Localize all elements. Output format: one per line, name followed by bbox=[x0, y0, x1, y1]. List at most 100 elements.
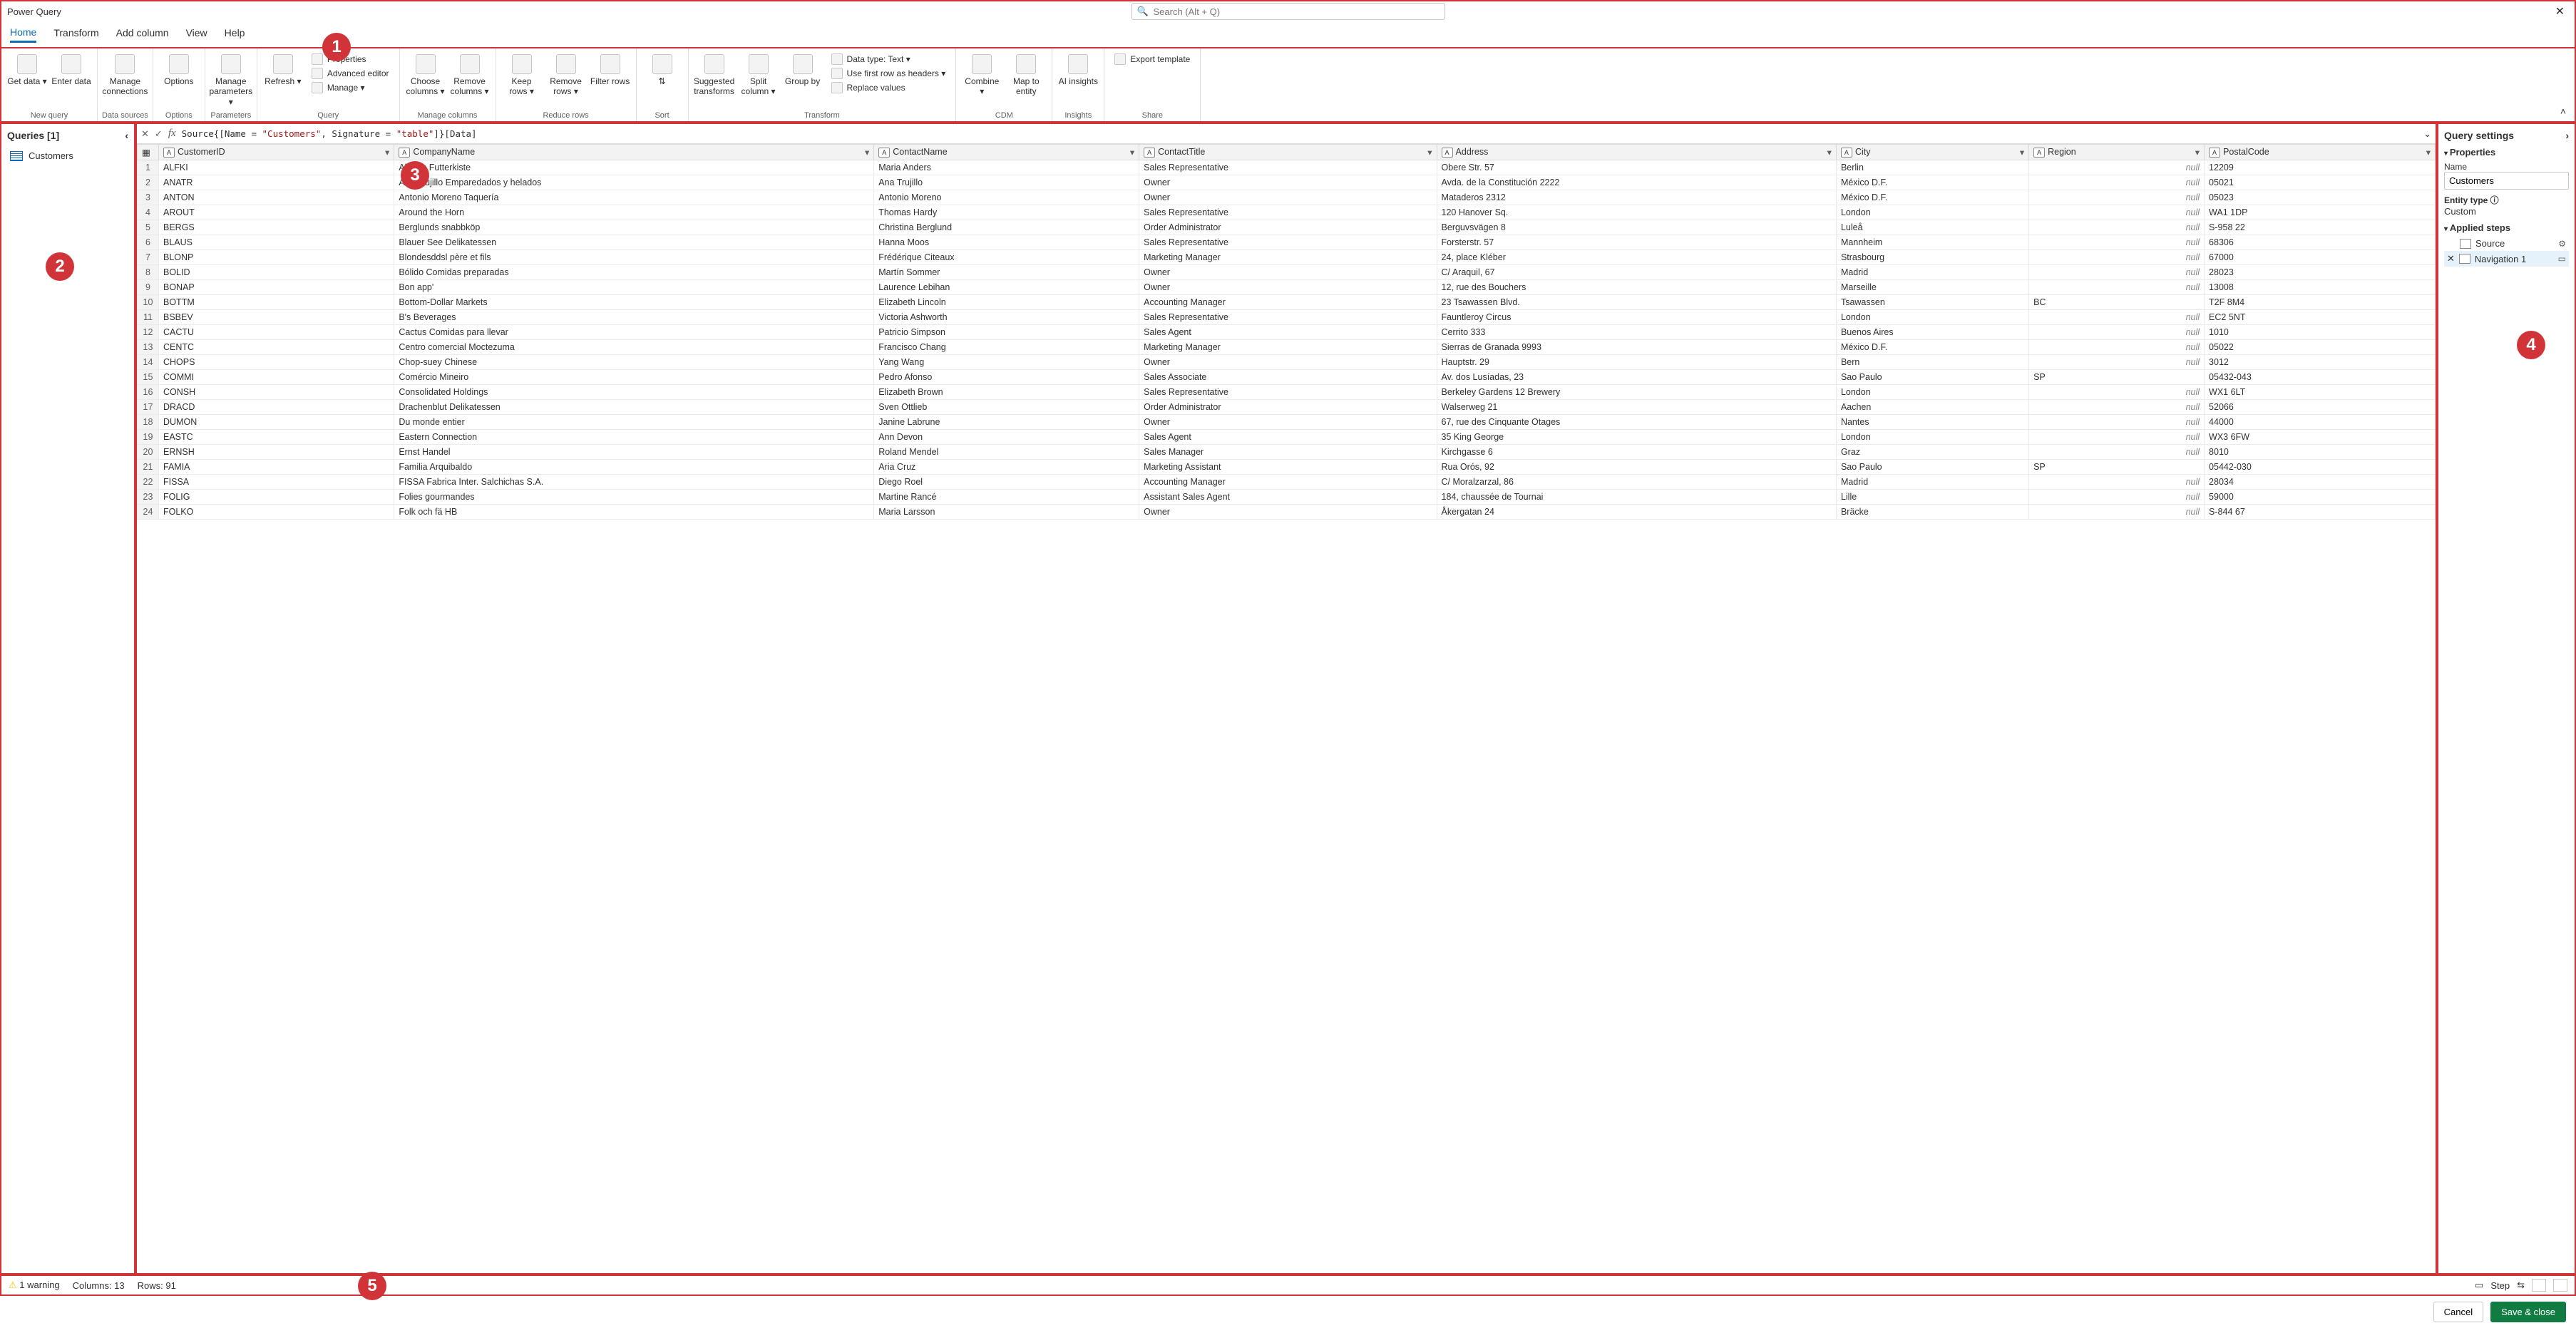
cell[interactable]: Sales Representative bbox=[1139, 310, 1437, 325]
search-box[interactable]: 🔍 bbox=[1132, 3, 1445, 20]
cell[interactable]: Folk och fä HB bbox=[394, 505, 874, 520]
ribbon-btn-group-by[interactable]: Group by bbox=[781, 51, 824, 89]
cell[interactable]: 184, chaussée de Tournai bbox=[1437, 490, 1836, 505]
row-number[interactable]: 11 bbox=[138, 310, 159, 325]
column-header-city[interactable]: ACity▾ bbox=[1836, 145, 2028, 160]
cell[interactable]: Antonio Moreno bbox=[874, 190, 1139, 205]
column-header-address[interactable]: AAddress▾ bbox=[1437, 145, 1836, 160]
cell[interactable]: Yang Wang bbox=[874, 355, 1139, 370]
ribbon-btn-data-type-text-[interactable]: Data type: Text ▾ bbox=[828, 53, 949, 66]
cell[interactable]: Owner bbox=[1139, 415, 1437, 430]
ribbon-btn-advanced-editor[interactable]: Advanced editor bbox=[309, 67, 392, 80]
cell[interactable]: Walserweg 21 bbox=[1437, 400, 1836, 415]
ribbon-btn-options[interactable]: Options bbox=[158, 51, 200, 89]
save-close-button[interactable]: Save & close bbox=[2490, 1302, 2566, 1322]
cell[interactable]: Antonio Moreno Taquería bbox=[394, 190, 874, 205]
row-number[interactable]: 5 bbox=[138, 220, 159, 235]
cell[interactable]: 05442-030 bbox=[2205, 460, 2436, 475]
select-all-corner[interactable]: ▦ bbox=[138, 145, 159, 160]
cell[interactable]: 67, rue des Cinquante Otages bbox=[1437, 415, 1836, 430]
cell[interactable]: London bbox=[1836, 430, 2028, 445]
cell[interactable]: WX1 6LT bbox=[2205, 385, 2436, 400]
collapse-queries-icon[interactable]: ‹ bbox=[125, 130, 128, 141]
cell[interactable]: BOLID bbox=[159, 265, 394, 280]
cell[interactable]: ALFKI bbox=[159, 160, 394, 175]
row-number[interactable]: 6 bbox=[138, 235, 159, 250]
commit-formula-icon[interactable]: ✓ bbox=[155, 128, 163, 140]
table-row[interactable]: 1ALFKIAlfreds FutterkisteMaria AndersSal… bbox=[138, 160, 2436, 175]
cell[interactable]: 12209 bbox=[2205, 160, 2436, 175]
row-number[interactable]: 13 bbox=[138, 340, 159, 355]
filter-icon[interactable]: ▾ bbox=[2426, 147, 2431, 158]
cell[interactable]: Janine Labrune bbox=[874, 415, 1139, 430]
cell[interactable]: ANATR bbox=[159, 175, 394, 190]
ribbon-btn-split-column-[interactable]: Split column ▾ bbox=[737, 51, 780, 100]
cell[interactable]: FISSA Fabrica Inter. Salchichas S.A. bbox=[394, 475, 874, 490]
cell[interactable]: Nantes bbox=[1836, 415, 2028, 430]
cell[interactable]: Maria Anders bbox=[874, 160, 1139, 175]
cell[interactable]: S-958 22 bbox=[2205, 220, 2436, 235]
cell[interactable]: México D.F. bbox=[1836, 190, 2028, 205]
cell[interactable]: BLONP bbox=[159, 250, 394, 265]
cell[interactable]: Berguvsvägen 8 bbox=[1437, 220, 1836, 235]
row-number[interactable]: 20 bbox=[138, 445, 159, 460]
cell[interactable]: Elizabeth Brown bbox=[874, 385, 1139, 400]
filter-icon[interactable]: ▾ bbox=[1427, 147, 1432, 158]
cell[interactable]: Maria Larsson bbox=[874, 505, 1139, 520]
row-number[interactable]: 8 bbox=[138, 265, 159, 280]
cell[interactable]: Ernst Handel bbox=[394, 445, 874, 460]
cell[interactable]: Patricio Simpson bbox=[874, 325, 1139, 340]
cell[interactable]: Obere Str. 57 bbox=[1437, 160, 1836, 175]
table-row[interactable]: 16CONSHConsolidated HoldingsElizabeth Br… bbox=[138, 385, 2436, 400]
cell[interactable]: BERGS bbox=[159, 220, 394, 235]
cell[interactable]: Bólido Comidas preparadas bbox=[394, 265, 874, 280]
cell[interactable]: Avda. de la Constitución 2222 bbox=[1437, 175, 1836, 190]
cell[interactable]: 3012 bbox=[2205, 355, 2436, 370]
cell[interactable]: Aachen bbox=[1836, 400, 2028, 415]
cancel-button[interactable]: Cancel bbox=[2433, 1302, 2483, 1322]
column-header-postalcode[interactable]: APostalCode▾ bbox=[2205, 145, 2436, 160]
cell[interactable]: WX3 6FW bbox=[2205, 430, 2436, 445]
table-row[interactable]: 5BERGSBerglunds snabbköpChristina Berglu… bbox=[138, 220, 2436, 235]
cell[interactable]: null bbox=[2029, 280, 2205, 295]
schema-view-icon[interactable] bbox=[2553, 1279, 2567, 1292]
cell[interactable]: Berlin bbox=[1836, 160, 2028, 175]
ribbon-btn-properties[interactable]: Properties bbox=[309, 53, 392, 66]
cell[interactable]: Owner bbox=[1139, 355, 1437, 370]
cell[interactable]: SP bbox=[2029, 370, 2205, 385]
cell[interactable]: null bbox=[2029, 415, 2205, 430]
cell[interactable]: 67000 bbox=[2205, 250, 2436, 265]
row-number[interactable]: 19 bbox=[138, 430, 159, 445]
table-row[interactable]: 20ERNSHErnst HandelRoland MendelSales Ma… bbox=[138, 445, 2436, 460]
table-row[interactable]: 23FOLIGFolies gourmandesMartine RancéAss… bbox=[138, 490, 2436, 505]
cell[interactable]: Berglunds snabbköp bbox=[394, 220, 874, 235]
tab-add-column[interactable]: Add column bbox=[116, 27, 169, 41]
cell[interactable]: EASTC bbox=[159, 430, 394, 445]
tab-transform[interactable]: Transform bbox=[53, 27, 98, 41]
cell[interactable]: Marketing Assistant bbox=[1139, 460, 1437, 475]
step-nav-icon[interactable]: ▭ bbox=[2475, 1280, 2483, 1291]
cell[interactable]: Victoria Ashworth bbox=[874, 310, 1139, 325]
cell[interactable]: Sven Ottlieb bbox=[874, 400, 1139, 415]
cell[interactable]: EC2 5NT bbox=[2205, 310, 2436, 325]
row-number[interactable]: 18 bbox=[138, 415, 159, 430]
cell[interactable]: 35 King George bbox=[1437, 430, 1836, 445]
cell[interactable]: null bbox=[2029, 505, 2205, 520]
ribbon-btn-suggested-transforms[interactable]: Suggested transforms bbox=[693, 51, 736, 100]
table-row[interactable]: 4AROUTAround the HornThomas HardySales R… bbox=[138, 205, 2436, 220]
cell[interactable]: Åkergatan 24 bbox=[1437, 505, 1836, 520]
cell[interactable]: Berkeley Gardens 12 Brewery bbox=[1437, 385, 1836, 400]
cell[interactable]: Laurence Lebihan bbox=[874, 280, 1139, 295]
cell[interactable]: Sao Paulo bbox=[1836, 370, 2028, 385]
filter-icon[interactable]: ▾ bbox=[1827, 147, 1832, 158]
cell[interactable]: 05021 bbox=[2205, 175, 2436, 190]
cell[interactable]: 05432-043 bbox=[2205, 370, 2436, 385]
table-row[interactable]: 22FISSAFISSA Fabrica Inter. Salchichas S… bbox=[138, 475, 2436, 490]
row-number[interactable]: 22 bbox=[138, 475, 159, 490]
ribbon-btn-get-data-[interactable]: Get data ▾ bbox=[6, 51, 48, 89]
ribbon-btn-filter-rows[interactable]: Filter rows bbox=[589, 51, 632, 89]
cell[interactable]: Accounting Manager bbox=[1139, 295, 1437, 310]
filter-icon[interactable]: ▾ bbox=[1130, 147, 1134, 158]
cell[interactable]: Cactus Comidas para llevar bbox=[394, 325, 874, 340]
cell[interactable]: 1010 bbox=[2205, 325, 2436, 340]
